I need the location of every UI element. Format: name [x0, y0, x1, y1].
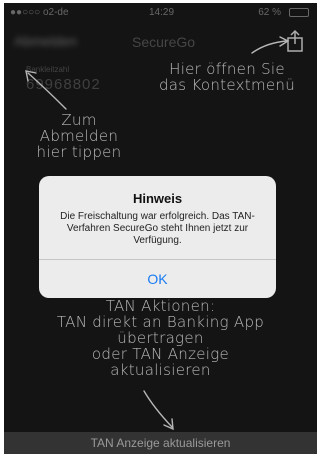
alert-dialog: Hinweis Die Freischaltung war erfolgreic…: [39, 176, 276, 298]
refresh-tan-label: TAN Anzeige aktualisieren: [90, 436, 231, 450]
ok-button[interactable]: OK: [39, 260, 276, 298]
refresh-tan-button[interactable]: TAN Anzeige aktualisieren: [4, 432, 317, 454]
dialog-message: Die Freischaltung war erfolgreich. Das T…: [60, 211, 255, 246]
app-screen: ●●○○○ o2-de 14:29 62 % Abmelden SecureGo…: [4, 3, 317, 454]
dialog-title: Hinweis: [132, 191, 183, 206]
